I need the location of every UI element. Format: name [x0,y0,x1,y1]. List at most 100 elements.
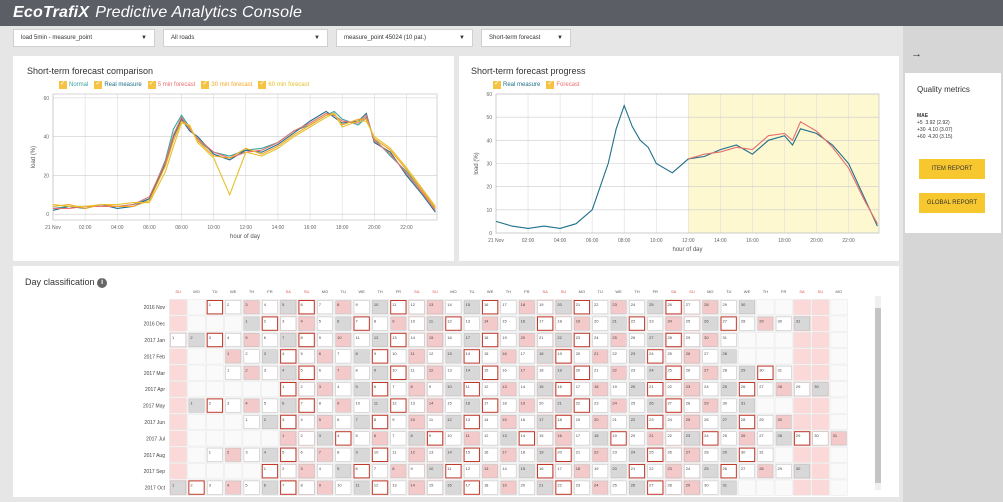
calendar-cell [169,348,188,365]
arrow-right-icon[interactable]: → [911,48,922,60]
day-number: 24 [631,450,636,455]
day-number: 22 [594,302,599,307]
calendar-cell [756,332,775,348]
measure-point-select[interactable]: measure_point 45024 (10 pat.) ▼ [336,29,473,47]
weekday-header: SU [432,289,438,294]
calendar-cell [811,479,830,496]
day-number: 19 [576,318,581,323]
x-tick-label: 20:00 [368,225,381,231]
day-number: 30 [741,450,746,455]
calendar-cell [811,414,830,430]
calendar-cell [829,364,848,381]
day-number: 18 [576,466,581,471]
day-number: 29 [723,302,728,307]
weekday-header: SA [543,289,549,294]
day-number: 26 [686,368,691,373]
day-number: 31 [796,318,801,323]
day-number: 10 [392,368,397,373]
x-axis-label: hour of day [230,234,260,240]
day-number: 21 [612,417,617,422]
calendar-cell [756,299,775,316]
day-number: 18 [539,351,544,356]
calendar-cell [205,414,224,430]
calendar-cell [224,430,243,447]
day-number: 28 [778,433,783,438]
day-number: 20 [557,450,562,455]
calendar-cell [774,299,793,316]
measure-type-select[interactable]: load 5min - measure_point ▼ [13,29,155,47]
day-number: 12 [429,351,434,356]
day-number: 12 [484,384,489,389]
calendar-cell [829,348,848,365]
global-report-button[interactable]: GLOBAL REPORT [919,193,985,213]
day-number: 18 [484,482,489,487]
day-number: 29 [723,450,728,455]
x-tick-label: 10:00 [207,225,220,231]
calendar-cell [187,463,206,480]
road-select[interactable]: All roads ▼ [163,29,328,47]
quality-metrics-card: Quality metrics MAE +5 3.92 (2.92) +30 4… [905,73,1001,233]
weekday-header: TU [469,289,474,294]
day-number: 10 [337,335,342,340]
progress-panel: Short-term forecast progress Real measur… [459,56,899,261]
day-number: 23 [612,302,617,307]
weekday-header: SU [818,289,824,294]
day-number: 13 [502,433,507,438]
weekday-header: FR [524,289,529,294]
day-number: 12 [447,318,452,323]
calendar-cell [224,463,243,480]
day-number: 27 [686,450,691,455]
day-number: 23 [594,400,599,405]
calendar-cell [811,299,830,316]
calendar-cell [738,332,756,348]
day-number: 18 [594,384,599,389]
scrollbar-thumb[interactable] [875,308,881,483]
day-number: 23 [686,433,691,438]
calendar-cell [205,364,224,381]
day-number: 25 [649,450,654,455]
day-number: 10 [374,450,379,455]
calendar-cell [242,430,261,447]
month-label: 2017 Oct [145,486,166,492]
calendar-cell [811,332,830,348]
comparison-panel: Short-term forecast comparison Normal Re… [13,56,454,261]
day-number: 30 [814,384,819,389]
day-number: 10 [429,466,434,471]
day-number: 19 [594,466,599,471]
day-number: 22 [649,466,654,471]
calendar-scrollbar[interactable] [875,296,881,490]
x-tick-label: 21 Nov [45,225,61,231]
weekday-header: TH [506,289,511,294]
day-number: 15 [521,466,526,471]
x-tick-label: 12:00 [240,225,253,231]
day-number: 22 [667,384,672,389]
y-tick-label: 0 [489,231,492,237]
day-number: 12 [374,335,379,340]
day-number: 24 [704,433,709,438]
quality-title: Quality metrics [917,85,970,94]
day-number: 14 [484,318,489,323]
calendar-cell [205,463,224,480]
day-number: 19 [557,351,562,356]
day-number: 25 [612,335,617,340]
day-number: 17 [539,318,544,323]
calendar-cell [224,414,243,430]
calendar-cell [811,315,830,332]
day-number: 21 [539,482,544,487]
day-number: 14 [466,368,471,373]
day-number: 23 [612,450,617,455]
item-report-button[interactable]: ITEM REPORT [919,159,985,179]
y-tick-label: 40 [486,138,492,144]
month-label: 2017 Jan [144,338,165,344]
day-number: 24 [686,466,691,471]
day-number: 23 [576,335,581,340]
day-number: 31 [723,335,728,340]
calendar-cell [187,364,206,381]
x-tick-label: 16:00 [746,238,759,244]
weekday-header: SA [286,289,292,294]
forecast-mode-select[interactable]: Short-term forecast ▼ [481,29,571,47]
day-number: 29 [741,368,746,373]
day-number: 29 [778,466,783,471]
day-number: 30 [723,400,728,405]
metric-value: 3.92 (2.92) [925,120,950,126]
